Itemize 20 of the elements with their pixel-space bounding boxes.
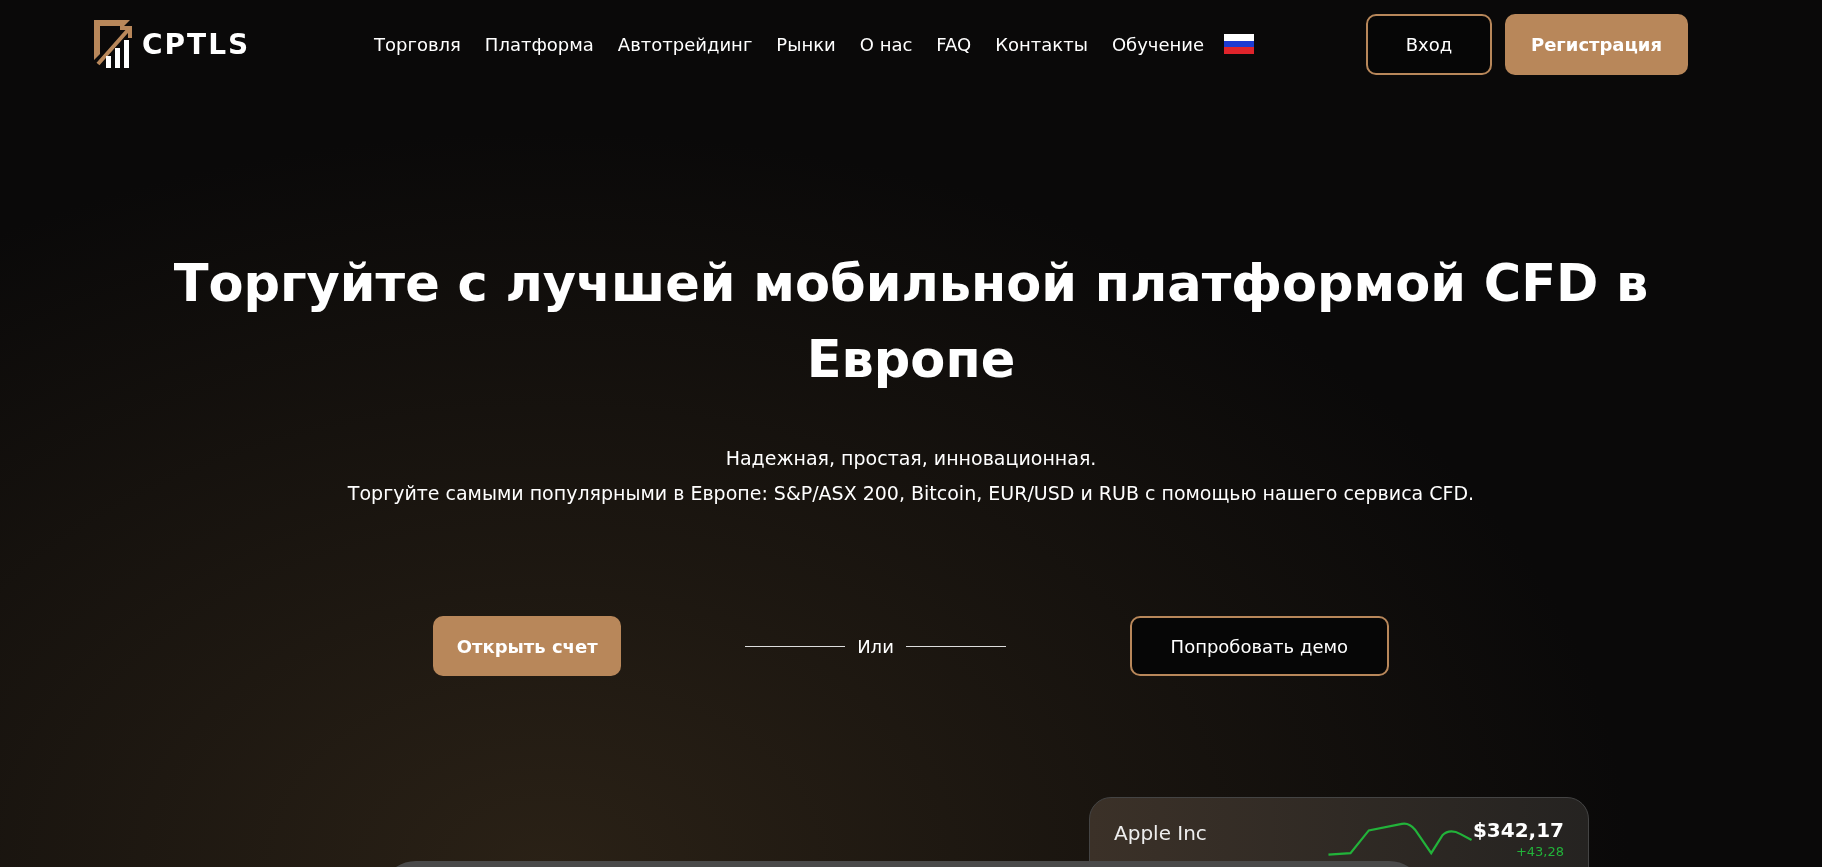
login-button[interactable]: Вход (1366, 13, 1492, 75)
or-text: Или (857, 635, 894, 657)
nav-link[interactable]: Автотрейдинг (617, 33, 753, 55)
hero-subtitle: Торгуйте самыми популярными в Европе: S&P/ASX 200, Bitcoin, EUR/USD и RUB с помощью нашего сервиса CFD. (347, 481, 1475, 506)
stock-change: +43,28 (1515, 844, 1564, 859)
hero-heading: Торгуйте с лучшей мобильной платформой CFD в Европе (172, 253, 1650, 391)
logo-icon (94, 20, 134, 68)
nav-link[interactable]: FAQ (936, 33, 972, 55)
nav-link[interactable]: Обучение (1111, 33, 1205, 55)
demo-button[interactable]: Попробовать демо (1129, 616, 1389, 676)
nav-link[interactable]: Контакты (995, 33, 1088, 55)
nav-link[interactable]: Торговля (374, 33, 461, 55)
logo-text[interactable]: CPTLS (142, 27, 251, 61)
stock-price: $342,17 (1472, 818, 1564, 842)
nav-link[interactable]: Рынки (776, 33, 836, 55)
hero-subtitle: Надежная, простая, инновационная. (725, 446, 1097, 471)
nav-link[interactable]: О нас (859, 33, 913, 55)
nav-link[interactable]: Платформа (484, 33, 594, 55)
russian-flag-icon[interactable] (1224, 34, 1255, 54)
stock-name: Apple Inc (1114, 821, 1207, 845)
